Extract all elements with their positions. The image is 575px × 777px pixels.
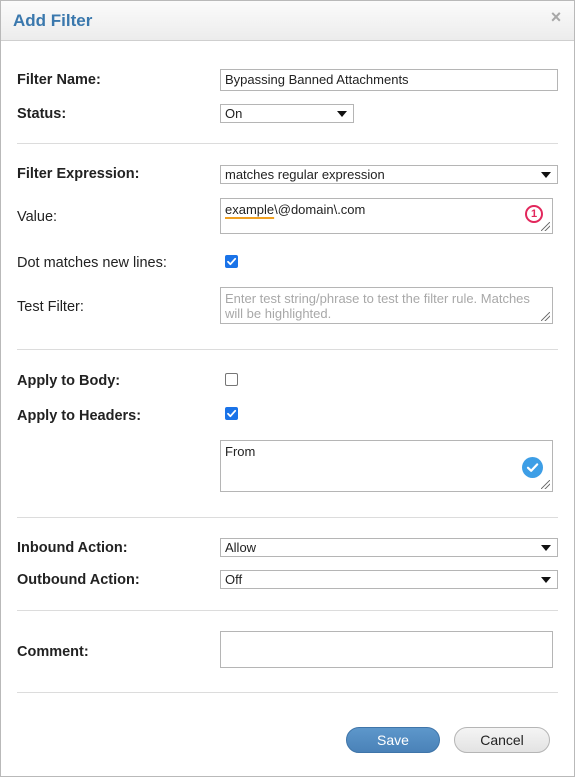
headers-textarea[interactable]: From [220,440,553,492]
test-filter-placeholder: Enter test string/phrase to test the fil… [225,291,530,321]
value-highlighted-text: example [225,202,275,217]
apply-headers-label: Apply to Headers: [17,408,142,424]
divider [17,692,558,693]
comment-label: Comment: [17,644,89,660]
inbound-action-value: Allow [225,540,257,555]
divider [17,349,558,350]
chevron-down-icon [541,577,551,583]
outbound-action-label: Outbound Action: [17,572,140,588]
status-label: Status: [17,106,67,122]
filter-name-input[interactable]: Bypassing Banned Attachments [220,69,558,91]
filter-expression-select[interactable]: matches regular expression [220,165,558,184]
dot-matches-label: Dot matches new lines: [17,255,167,271]
checkmark-icon [227,257,237,266]
dialog-titlebar: Add Filter × [1,1,574,41]
resize-handle-icon[interactable] [541,480,550,489]
outbound-action-select[interactable]: Off [220,570,558,589]
inbound-action-label: Inbound Action: [17,540,128,556]
close-icon[interactable]: × [548,8,564,26]
dot-matches-checkbox[interactable] [225,255,238,268]
cancel-button[interactable]: Cancel [454,727,550,753]
status-value: On [225,106,243,121]
error-count-icon[interactable]: 1 [525,205,543,223]
comment-input[interactable] [220,631,553,668]
inbound-action-select[interactable]: Allow [220,538,558,557]
chevron-down-icon [541,172,551,178]
apply-body-label: Apply to Body: [17,373,121,389]
dialog-title: Add Filter [13,11,93,30]
divider [17,610,558,611]
filter-expression-label: Filter Expression: [17,166,140,182]
divider [17,517,558,518]
resize-handle-icon[interactable] [541,222,550,231]
filter-name-label: Filter Name: [17,72,101,88]
filter-expression-value: matches regular expression [225,167,385,182]
save-button[interactable]: Save [346,727,440,753]
resize-handle-icon[interactable] [541,312,550,321]
value-textarea[interactable]: example\@domain\.com 1 [220,198,553,234]
value-label: Value: [17,209,58,225]
chevron-down-icon [337,111,347,117]
status-select[interactable]: On [220,104,354,123]
divider [17,143,558,144]
apply-headers-checkbox[interactable] [225,407,238,420]
apply-body-checkbox[interactable] [225,373,238,386]
value-text: \@domain\.com [274,202,366,217]
outbound-action-value: Off [225,572,243,587]
checkmark-icon [227,409,237,418]
chevron-down-icon [541,545,551,551]
valid-check-icon [522,457,543,478]
test-filter-textarea[interactable]: Enter test string/phrase to test the fil… [220,287,553,324]
add-filter-dialog: Add Filter × Filter Name: Bypassing Bann… [0,0,575,777]
filter-name-value: Bypassing Banned Attachments [225,72,409,87]
test-filter-label: Test Filter: [17,299,84,315]
headers-value: From [225,444,256,459]
